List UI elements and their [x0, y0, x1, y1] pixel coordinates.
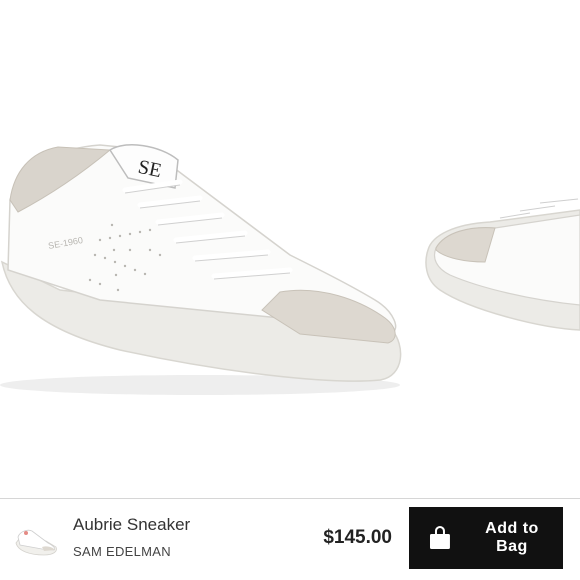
- product-photo: [0, 144, 580, 395]
- add-to-bag-label: Add to Bag: [485, 520, 539, 555]
- main-sneaker-image: [0, 144, 402, 395]
- product-image-area: SE SE-1960: [0, 0, 580, 498]
- add-to-bag-button[interactable]: Add to Bag: [409, 507, 563, 569]
- product-brand[interactable]: SAM EDELMAN: [73, 544, 171, 559]
- product-thumbnail[interactable]: [12, 513, 60, 561]
- product-price: $145.00: [323, 527, 392, 548]
- tongue-logo-text: SE: [136, 155, 164, 183]
- secondary-sneaker-image: [425, 194, 580, 331]
- shopping-bag-icon: [429, 526, 450, 549]
- product-purchase-bar: Aubrie Sneaker SAM EDELMAN $145.00 Add t…: [0, 498, 580, 580]
- product-name[interactable]: Aubrie Sneaker: [73, 515, 190, 535]
